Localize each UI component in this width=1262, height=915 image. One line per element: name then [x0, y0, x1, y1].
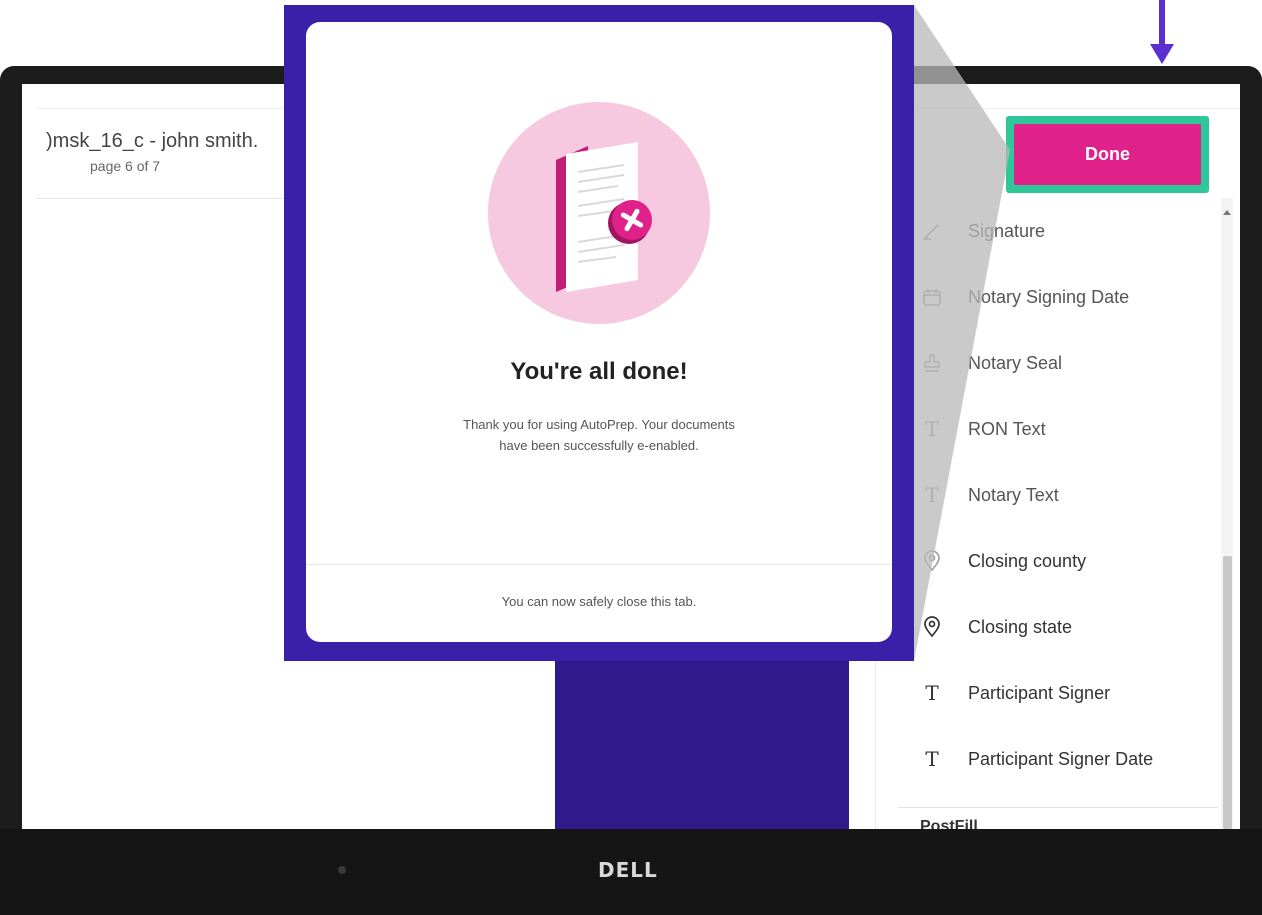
field-item-closing-state[interactable]: Closing state [876, 594, 1221, 660]
field-item-notary-seal[interactable]: Notary Seal [876, 330, 1221, 396]
field-label: RON Text [968, 418, 1046, 439]
modal-divider [306, 564, 892, 565]
field-item-participant-signer-date[interactable]: T Participant Signer Date [876, 726, 1221, 792]
done-button[interactable]: Done [1014, 124, 1201, 185]
annotation-arrow-head [1150, 44, 1174, 64]
document-complete-icon [488, 102, 710, 324]
modal-title: You're all done! [510, 358, 688, 385]
location-pin-icon [920, 615, 944, 639]
field-label: Notary Text [968, 484, 1059, 505]
scroll-up-icon[interactable] [1223, 210, 1231, 215]
text-icon: T [925, 483, 939, 507]
field-label: Notary Seal [968, 352, 1063, 373]
document-title: )msk_16_c - john smith. [46, 130, 259, 152]
camera-icon [338, 866, 346, 874]
text-icon: T [925, 417, 939, 441]
panel-divider [876, 108, 1240, 109]
modal-message-line: have been successfully e-enabled. [499, 438, 699, 453]
field-label: Participant Signer Date [968, 748, 1154, 769]
field-item-participant-signer[interactable]: T Participant Signer [876, 660, 1221, 726]
calendar-icon [920, 285, 944, 309]
modal-footer-text: You can now safely close this tab. [501, 594, 697, 609]
location-pin-icon [920, 549, 944, 573]
field-label: Participant Signer [968, 682, 1111, 703]
text-icon: T [925, 681, 939, 705]
field-item-signature[interactable]: Signature [876, 198, 1221, 264]
completion-modal: You're all done! Thank you for using Aut… [306, 22, 892, 642]
text-icon: T [925, 747, 939, 771]
field-label: Signature [968, 220, 1046, 241]
field-item-ron-text[interactable]: T RON Text [876, 396, 1221, 462]
pen-icon [920, 219, 944, 243]
field-item-closing-county[interactable]: Closing county [876, 528, 1221, 594]
modal-message-line: Thank you for using AutoPrep. Your docum… [463, 417, 735, 432]
field-label: Closing state [968, 616, 1073, 637]
field-side-panel: Signature Notary Signing Date Notary Sea… [875, 108, 1240, 829]
brand-logo: DELL [598, 858, 658, 882]
page-indicator: page 6 of 7 [90, 158, 161, 174]
annotation-arrow-shaft [1159, 0, 1165, 46]
scrollbar-thumb[interactable] [1223, 556, 1232, 829]
field-item-notary-text[interactable]: T Notary Text [876, 462, 1221, 528]
field-label: Closing county [968, 550, 1087, 571]
field-item-notary-signing-date[interactable]: Notary Signing Date [876, 264, 1221, 330]
section-postfill[interactable]: PostFill [920, 818, 978, 829]
field-label: Notary Signing Date [968, 286, 1130, 307]
field-list: Signature Notary Signing Date Notary Sea… [876, 198, 1221, 792]
stamp-icon [920, 351, 944, 375]
section-divider [898, 807, 1218, 808]
modal-message: Thank you for using AutoPrep. Your docum… [419, 414, 779, 456]
